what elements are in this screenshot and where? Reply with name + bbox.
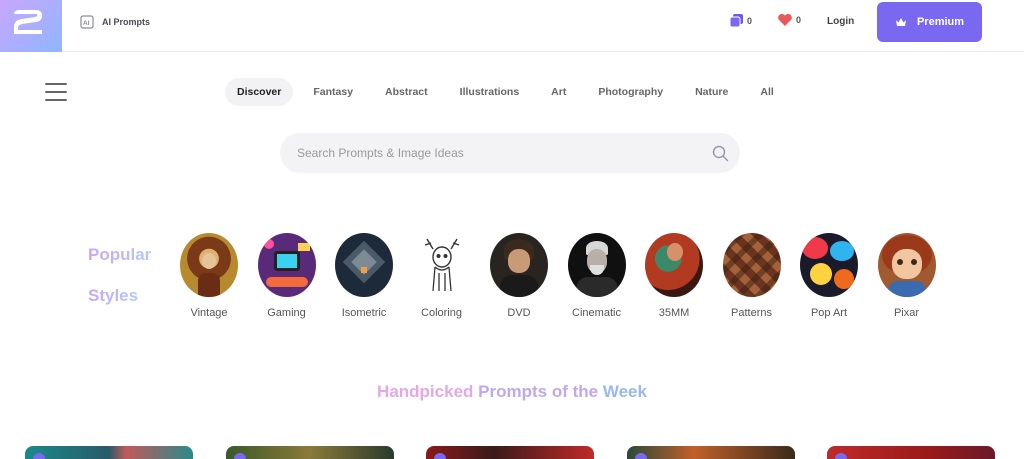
prompt-card[interactable] bbox=[827, 446, 995, 459]
style-coloring[interactable]: Coloring bbox=[411, 233, 473, 319]
ai-prompts-icon: AI bbox=[80, 15, 94, 29]
tab-art[interactable]: Art bbox=[539, 78, 578, 106]
style-dvd[interactable]: DVD bbox=[488, 233, 550, 319]
tab-illustrations[interactable]: Illustrations bbox=[448, 78, 532, 106]
logo-mark-icon bbox=[14, 10, 42, 34]
popular-title-line2: Styles bbox=[88, 286, 139, 305]
gaming-console-thumb bbox=[257, 233, 316, 297]
dvd-portrait-thumb bbox=[490, 233, 548, 297]
search-input[interactable] bbox=[297, 133, 697, 173]
card-badge-icon bbox=[634, 453, 647, 459]
style-label: Gaming bbox=[267, 307, 306, 319]
style-35mm[interactable]: 35MM bbox=[643, 233, 705, 319]
collections-button[interactable]: 0 bbox=[729, 13, 752, 28]
card-badge-icon bbox=[835, 453, 847, 459]
tab-nature[interactable]: Nature bbox=[683, 78, 740, 106]
collections-icon bbox=[729, 14, 743, 28]
style-label: Pixar bbox=[893, 307, 920, 319]
style-label: Coloring bbox=[421, 307, 462, 319]
style-vintage[interactable]: Vintage bbox=[178, 233, 240, 319]
svg-text:AI: AI bbox=[83, 20, 90, 27]
card-badge-icon bbox=[434, 453, 446, 459]
top-header: AI AI Prompts 0 0 Login Premium bbox=[0, 0, 1024, 52]
popular-styles-list: Vintage Gaming Isometric Coloring DVD Ci… bbox=[178, 233, 953, 319]
handpicked-part2: Prompts of the bbox=[478, 382, 599, 401]
pop-art-thumb bbox=[800, 233, 858, 297]
coloring-deer-thumb bbox=[412, 233, 471, 297]
ai-prompts-label: AI Prompts bbox=[102, 17, 151, 27]
likes-button[interactable]: 0 bbox=[777, 13, 801, 27]
search-icon[interactable] bbox=[712, 145, 729, 162]
style-label: Isometric bbox=[341, 307, 387, 319]
handpicked-title: Handpicked Prompts of the Week bbox=[0, 382, 1024, 402]
popular-title-line1: Popular bbox=[88, 245, 152, 264]
handpicked-part1: Handpicked bbox=[377, 382, 474, 401]
style-cinematic[interactable]: Cinematic bbox=[566, 233, 628, 319]
pixar-character-thumb bbox=[877, 233, 936, 297]
patterns-thumb bbox=[722, 233, 781, 297]
ai-prompts-link[interactable]: AI AI Prompts bbox=[80, 15, 150, 29]
isometric-building-thumb bbox=[335, 233, 393, 297]
style-label: Vintage bbox=[190, 307, 228, 319]
tab-abstract[interactable]: Abstract bbox=[373, 78, 440, 106]
style-label: Pop Art bbox=[810, 307, 848, 319]
style-patterns[interactable]: Patterns bbox=[721, 233, 783, 319]
tab-photography[interactable]: Photography bbox=[586, 78, 675, 106]
tab-fantasy[interactable]: Fantasy bbox=[301, 78, 365, 106]
style-pop-art[interactable]: Pop Art bbox=[798, 233, 860, 319]
hamburger-menu-icon[interactable] bbox=[45, 83, 67, 107]
vintage-portrait-thumb bbox=[180, 233, 238, 297]
card-badge-icon bbox=[33, 453, 45, 459]
login-link[interactable]: Login bbox=[827, 16, 854, 27]
handpicked-part3: Week bbox=[602, 382, 647, 401]
category-tabs: Discover Fantasy Abstract Illustrations … bbox=[225, 78, 794, 106]
premium-label: Premium bbox=[916, 16, 965, 28]
style-label: 35MM bbox=[658, 307, 690, 319]
35mm-scene-thumb bbox=[645, 233, 703, 297]
prompt-card[interactable] bbox=[25, 446, 193, 459]
premium-button[interactable]: Premium bbox=[877, 2, 982, 42]
tab-discover[interactable]: Discover bbox=[225, 78, 294, 106]
style-label: Cinematic bbox=[572, 307, 621, 319]
search-bar bbox=[280, 133, 740, 173]
heart-icon bbox=[778, 13, 792, 26]
style-label: DVD bbox=[507, 307, 531, 319]
style-gaming[interactable]: Gaming bbox=[256, 233, 318, 319]
likes-count: 0 bbox=[796, 15, 802, 25]
style-pixar[interactable]: Pixar bbox=[876, 233, 938, 319]
site-logo[interactable] bbox=[0, 0, 62, 52]
crown-icon bbox=[895, 18, 906, 26]
collections-count: 0 bbox=[747, 15, 753, 26]
prompt-card[interactable] bbox=[626, 446, 795, 459]
style-label: Patterns bbox=[731, 307, 772, 319]
handpicked-cards bbox=[25, 446, 1024, 459]
card-badge-icon bbox=[233, 453, 246, 459]
tab-all[interactable]: All bbox=[748, 78, 785, 106]
prompt-card[interactable] bbox=[426, 446, 594, 459]
prompt-card[interactable] bbox=[225, 446, 394, 459]
cinematic-portrait-thumb bbox=[567, 233, 626, 297]
style-isometric[interactable]: Isometric bbox=[333, 233, 395, 319]
